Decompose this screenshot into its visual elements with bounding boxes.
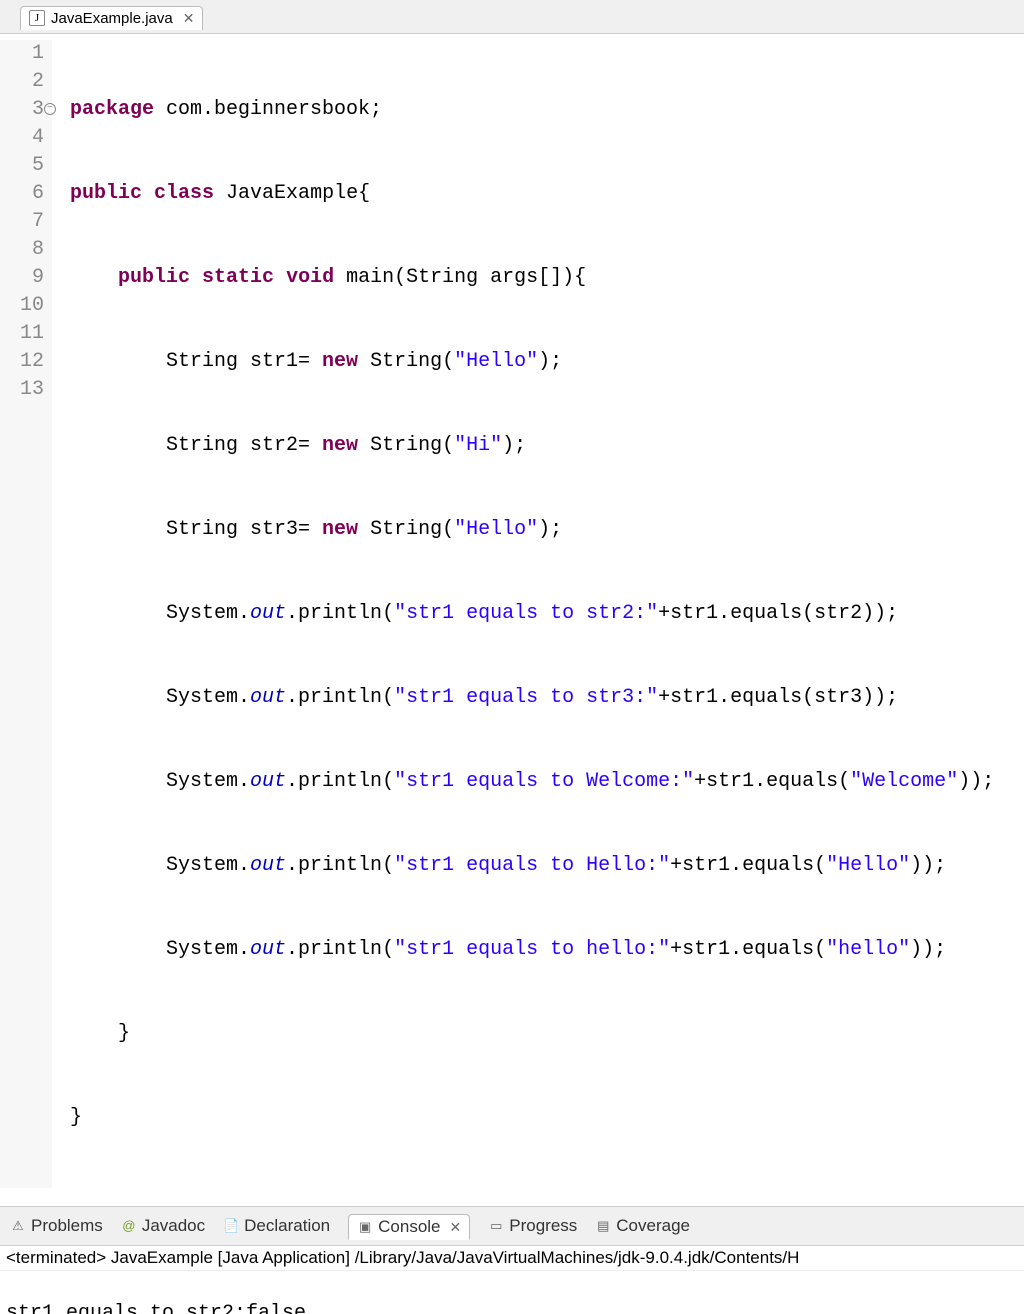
tab-label: Problems xyxy=(31,1216,103,1236)
console-output[interactable]: str1 equals to str2:false str1 equals to… xyxy=(0,1271,1024,1314)
console-line: str1 equals to str2:false xyxy=(6,1300,1018,1314)
tab-javadoc[interactable]: @ Javadoc xyxy=(121,1216,205,1236)
line-number: 5 xyxy=(0,152,44,180)
line-number: 11 xyxy=(0,320,44,348)
tab-progress[interactable]: ▭ Progress xyxy=(488,1216,577,1236)
line-number: 7 xyxy=(0,208,44,236)
code-editor[interactable]: 1 2 3− 4 5 6 7 8 9 10 11 12 13 package c… xyxy=(0,34,1024,1188)
bottom-panel: ⚠ Problems @ Javadoc 📄 Declaration ▣ Con… xyxy=(0,1206,1024,1314)
coverage-icon: ▤ xyxy=(595,1218,611,1234)
line-number: 9 xyxy=(0,264,44,292)
javadoc-icon: @ xyxy=(121,1218,137,1234)
console-status-line: <terminated> JavaExample [Java Applicati… xyxy=(0,1246,1024,1271)
tab-label: Declaration xyxy=(244,1216,330,1236)
tab-declaration[interactable]: 📄 Declaration xyxy=(223,1216,330,1236)
console-tab-bar: ⚠ Problems @ Javadoc 📄 Declaration ▣ Con… xyxy=(0,1207,1024,1246)
line-number: 4 xyxy=(0,124,44,152)
tab-problems[interactable]: ⚠ Problems xyxy=(10,1216,103,1236)
tab-label: Javadoc xyxy=(142,1216,205,1236)
close-icon[interactable]: ✕ xyxy=(183,10,195,27)
console-icon: ▣ xyxy=(357,1219,373,1235)
problems-icon: ⚠ xyxy=(10,1218,26,1234)
line-number: 8 xyxy=(0,236,44,264)
line-number: 3− xyxy=(0,96,44,124)
editor-tab-label: JavaExample.java xyxy=(51,10,173,27)
progress-icon: ▭ xyxy=(488,1218,504,1234)
close-icon[interactable]: ✕ xyxy=(450,1219,462,1236)
fold-toggle-icon[interactable]: − xyxy=(44,103,56,115)
line-number: 6 xyxy=(0,180,44,208)
line-number: 2 xyxy=(0,68,44,96)
line-number: 10 xyxy=(0,292,44,320)
declaration-icon: 📄 xyxy=(223,1218,239,1234)
tab-label: Coverage xyxy=(616,1216,690,1236)
tab-label: Progress xyxy=(509,1216,577,1236)
code-content[interactable]: package com.beginnersbook; public class … xyxy=(52,40,994,1188)
line-number: 1 xyxy=(0,40,44,68)
line-number: 12 xyxy=(0,348,44,376)
line-number-gutter: 1 2 3− 4 5 6 7 8 9 10 11 12 13 xyxy=(0,40,52,1188)
java-file-icon: J xyxy=(29,10,45,26)
editor-tab-bar: J JavaExample.java ✕ xyxy=(0,0,1024,34)
tab-console[interactable]: ▣ Console ✕ xyxy=(348,1214,470,1240)
tab-coverage[interactable]: ▤ Coverage xyxy=(595,1216,690,1236)
tab-label: Console xyxy=(378,1217,440,1237)
line-number: 13 xyxy=(0,376,44,404)
editor-tab-active[interactable]: J JavaExample.java ✕ xyxy=(20,6,203,30)
